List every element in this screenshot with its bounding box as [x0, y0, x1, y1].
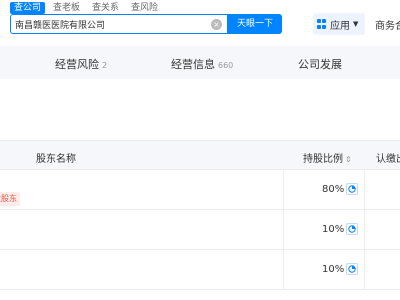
table-header: 股东名称 持股比例⇕ 认缴出资额	[0, 140, 400, 170]
business-link[interactable]: 商务合作	[375, 17, 400, 32]
page: 查公司 查老板 查关系 查风险 × 天眼一下 应用 ▼ 商务合作 经营风险2 经…	[0, 0, 400, 300]
search-input[interactable]	[15, 17, 205, 32]
tab-count: 2	[102, 61, 108, 70]
holding-ratio-value: 10%	[322, 264, 345, 275]
tab-search-relation[interactable]: 查关系	[88, 2, 123, 14]
clear-icon[interactable]: ×	[211, 19, 222, 30]
header-subscribed: 认缴出资额	[376, 154, 400, 165]
column-divider	[283, 210, 284, 249]
header-shareholder-name: 股东名称	[36, 154, 76, 165]
grid-icon	[317, 19, 327, 29]
table-row[interactable]: 10%	[0, 250, 400, 290]
tab-search-risk[interactable]: 查风险	[127, 2, 162, 14]
header-holding-ratio[interactable]: 持股比例 ⇕	[303, 150, 352, 165]
column-divider	[364, 210, 365, 249]
tab-search-company[interactable]: 查公司	[10, 2, 46, 14]
holding-ratio-value: 80%	[322, 184, 345, 195]
app-menu-button[interactable]: 应用 ▼	[313, 13, 365, 35]
tab-label: 经营风险	[55, 58, 99, 71]
pie-chart-icon[interactable]	[346, 183, 358, 195]
tab-label: 公司发展	[298, 58, 342, 71]
search-box: ×	[10, 14, 228, 34]
tab-operation-info[interactable]: 经营信息 660	[171, 56, 233, 72]
caret-down-icon: ▼	[353, 20, 359, 28]
shareholder-table: 股东名称 持股比例⇕ 认缴出资额 大股东 80% 10% 10%	[0, 140, 400, 290]
sort-icon: ⇕	[345, 155, 352, 164]
section-tab-nav: 经营风险 2 经营信息 660 公司发展	[0, 46, 400, 79]
search-tabs: 查公司 查老板 查关系 查风险	[10, 2, 166, 14]
column-divider	[364, 170, 365, 209]
top-header: 查公司 查老板 查关系 查风险 × 天眼一下 应用 ▼ 商务合作	[0, 0, 400, 46]
table-row[interactable]: 大股东 80%	[0, 170, 400, 210]
pie-chart-icon[interactable]	[346, 223, 358, 235]
header-ratio-label: 持股比例	[303, 154, 343, 165]
column-divider	[283, 170, 284, 209]
tab-label: 经营信息	[171, 58, 215, 71]
search-button[interactable]: 天眼一下	[228, 14, 282, 34]
tab-company-development[interactable]: 公司发展	[298, 56, 342, 72]
table-row[interactable]: 10%	[0, 210, 400, 250]
tab-search-boss[interactable]: 查老板	[49, 2, 84, 14]
holding-ratio-value: 10%	[322, 224, 345, 235]
major-shareholder-badge: 大股东	[0, 192, 20, 206]
tab-operation-risk[interactable]: 经营风险 2	[55, 56, 107, 72]
tab-count: 660	[218, 61, 234, 70]
column-divider	[283, 250, 284, 289]
pie-chart-icon[interactable]	[346, 263, 358, 275]
column-divider	[364, 250, 365, 289]
app-menu-label: 应用	[330, 20, 350, 32]
